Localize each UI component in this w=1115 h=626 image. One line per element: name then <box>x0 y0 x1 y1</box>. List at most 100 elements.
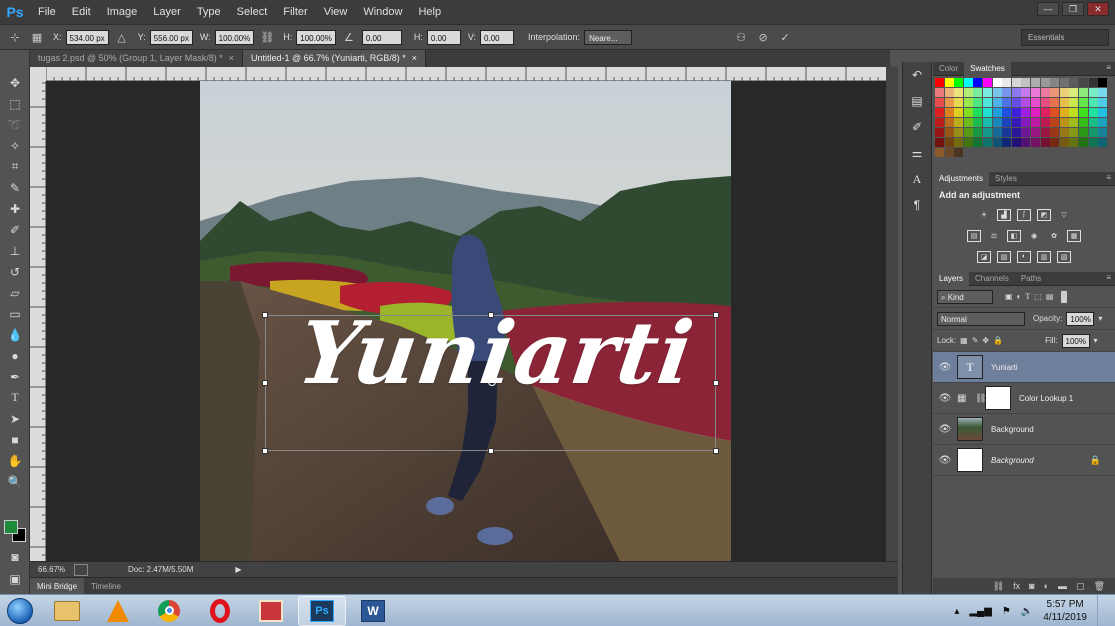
show-desktop-button[interactable] <box>1097 595 1107 626</box>
tab-swatches[interactable]: Swatches <box>964 61 1011 76</box>
gradient-map-icon[interactable]: ▥ <box>1037 250 1051 263</box>
character-panel-icon[interactable]: A <box>903 166 931 192</box>
brightness-contrast-icon[interactable]: ☀ <box>977 209 991 221</box>
color-swatch[interactable] <box>1069 78 1079 87</box>
color-swatch[interactable] <box>935 98 944 107</box>
color-swatch[interactable] <box>1088 98 1098 107</box>
fill-field[interactable]: 100% <box>1061 333 1090 348</box>
color-swatch[interactable] <box>992 118 1002 127</box>
zoom-tool-icon[interactable]: 🔍 <box>0 471 30 492</box>
color-swatch[interactable] <box>1040 78 1050 87</box>
color-swatch[interactable] <box>1021 78 1031 87</box>
color-swatch[interactable] <box>973 128 983 137</box>
tab-timeline[interactable]: Timeline <box>84 578 128 595</box>
color-swatch[interactable] <box>973 108 983 117</box>
tab-tugas-2[interactable]: tugas 2.psd @ 50% (Group 1, Layer Mask/8… <box>30 50 243 67</box>
lock-all-icon[interactable]: 🔒 <box>993 336 1003 345</box>
taskbar-opera[interactable] <box>196 596 244 626</box>
menu-file[interactable]: File <box>30 0 64 24</box>
color-swatch[interactable] <box>1069 88 1079 97</box>
opacity-dropdown-icon[interactable]: ▾ <box>1098 314 1102 323</box>
color-swatch[interactable] <box>973 118 983 127</box>
color-swatch[interactable] <box>992 108 1002 117</box>
menu-edit[interactable]: Edit <box>64 0 99 24</box>
transform-bounding-box[interactable] <box>262 312 719 454</box>
menu-help[interactable]: Help <box>410 0 449 24</box>
screen-mode-icon[interactable]: ▣ <box>0 568 30 589</box>
color-swatch[interactable] <box>1011 88 1021 97</box>
tab-layers[interactable]: Layers <box>933 271 970 286</box>
color-swatch[interactable] <box>992 88 1002 97</box>
color-swatch[interactable] <box>1050 98 1060 107</box>
color-swatch[interactable] <box>1098 78 1108 87</box>
color-swatch[interactable] <box>1011 118 1021 127</box>
color-swatch[interactable] <box>944 128 954 137</box>
color-swatch[interactable] <box>1011 138 1021 147</box>
color-swatch[interactable] <box>944 98 954 107</box>
transform-handle-tl[interactable] <box>262 312 268 318</box>
color-swatch[interactable] <box>944 108 954 117</box>
new-layer-icon[interactable]: ▢ <box>1076 581 1085 592</box>
hskew-field[interactable]: 0.00 <box>426 29 461 45</box>
color-swatch[interactable] <box>1059 108 1069 117</box>
color-swatch[interactable] <box>944 78 954 87</box>
commit-transform-icon[interactable]: ✓ <box>776 29 794 45</box>
color-swatch[interactable] <box>1031 138 1040 147</box>
color-swatch[interactable] <box>1002 138 1012 147</box>
cancel-transform-icon[interactable]: ⊘ <box>754 29 772 45</box>
color-swatch[interactable] <box>1079 88 1088 97</box>
actions-panel-icon[interactable]: ▤ <box>903 88 931 114</box>
color-swatch[interactable] <box>983 98 992 107</box>
filter-toggle-icon[interactable] <box>1061 290 1068 303</box>
visibility-eye-icon[interactable]: 👁 <box>933 362 957 373</box>
layer-style-icon[interactable]: fx <box>1013 581 1020 591</box>
filter-pixel-icon[interactable]: ▣ <box>1005 292 1013 301</box>
menu-type[interactable]: Type <box>189 0 229 24</box>
color-swatch[interactable] <box>1050 118 1060 127</box>
menu-window[interactable]: Window <box>355 0 410 24</box>
color-swatch[interactable] <box>954 88 964 97</box>
color-swatch[interactable] <box>954 108 964 117</box>
taskbar-paint[interactable] <box>247 596 295 626</box>
color-swatch[interactable] <box>1011 108 1021 117</box>
color-swatch[interactable] <box>1088 128 1098 137</box>
color-swatch[interactable] <box>1002 118 1012 127</box>
color-swatch[interactable] <box>935 138 944 147</box>
healing-brush-tool-icon[interactable]: ✚ <box>0 198 30 219</box>
color-swatch[interactable] <box>1059 118 1069 127</box>
volume-icon[interactable]: 🔈 <box>1021 606 1033 617</box>
y-field[interactable]: 556.00 px <box>149 29 193 45</box>
status-info-icon[interactable] <box>74 563 88 576</box>
color-swatch[interactable] <box>1098 108 1108 117</box>
lasso-tool-icon[interactable]: ➰ <box>0 114 30 135</box>
taskbar-chrome[interactable] <box>145 596 193 626</box>
color-swatch[interactable] <box>935 108 944 117</box>
color-swatch[interactable] <box>992 78 1002 87</box>
panel-menu-icon[interactable]: ≡ <box>1106 63 1111 72</box>
properties-panel-icon[interactable]: ⚌ <box>903 140 931 166</box>
color-swatch[interactable] <box>963 138 973 147</box>
hue-saturation-icon[interactable]: ▤ <box>967 229 981 242</box>
color-swatch[interactable] <box>1059 138 1069 147</box>
tab-untitled-1[interactable]: Untitled-1 @ 66.7% (Yuniarti, RGB/8) * × <box>243 50 426 67</box>
color-swatch[interactable] <box>1031 88 1040 97</box>
eyedropper-tool-icon[interactable]: ✎ <box>0 177 30 198</box>
blur-tool-icon[interactable]: 💧 <box>0 324 30 345</box>
new-group-icon[interactable]: ▬ <box>1058 581 1067 591</box>
color-swatch[interactable] <box>944 118 954 127</box>
exposure-icon[interactable]: ◩ <box>1037 208 1051 221</box>
selective-color-icon[interactable]: ▧ <box>1057 250 1071 263</box>
color-swatch[interactable] <box>1079 118 1088 127</box>
mask-link-icon[interactable]: ⛓ <box>975 393 986 404</box>
color-swatch[interactable] <box>1050 138 1060 147</box>
color-swatch[interactable] <box>954 98 964 107</box>
tab-color[interactable]: Color <box>933 62 964 76</box>
transform-handle-br[interactable] <box>713 448 719 454</box>
color-swatch[interactable] <box>973 98 983 107</box>
color-swatch[interactable] <box>963 88 973 97</box>
status-menu-arrow-icon[interactable]: ▶ <box>235 565 241 574</box>
lock-position-icon[interactable]: ✥ <box>982 336 989 345</box>
color-swatch[interactable] <box>1098 98 1108 107</box>
color-swatch[interactable] <box>1088 138 1098 147</box>
width-field[interactable]: 100.00% <box>214 29 255 45</box>
